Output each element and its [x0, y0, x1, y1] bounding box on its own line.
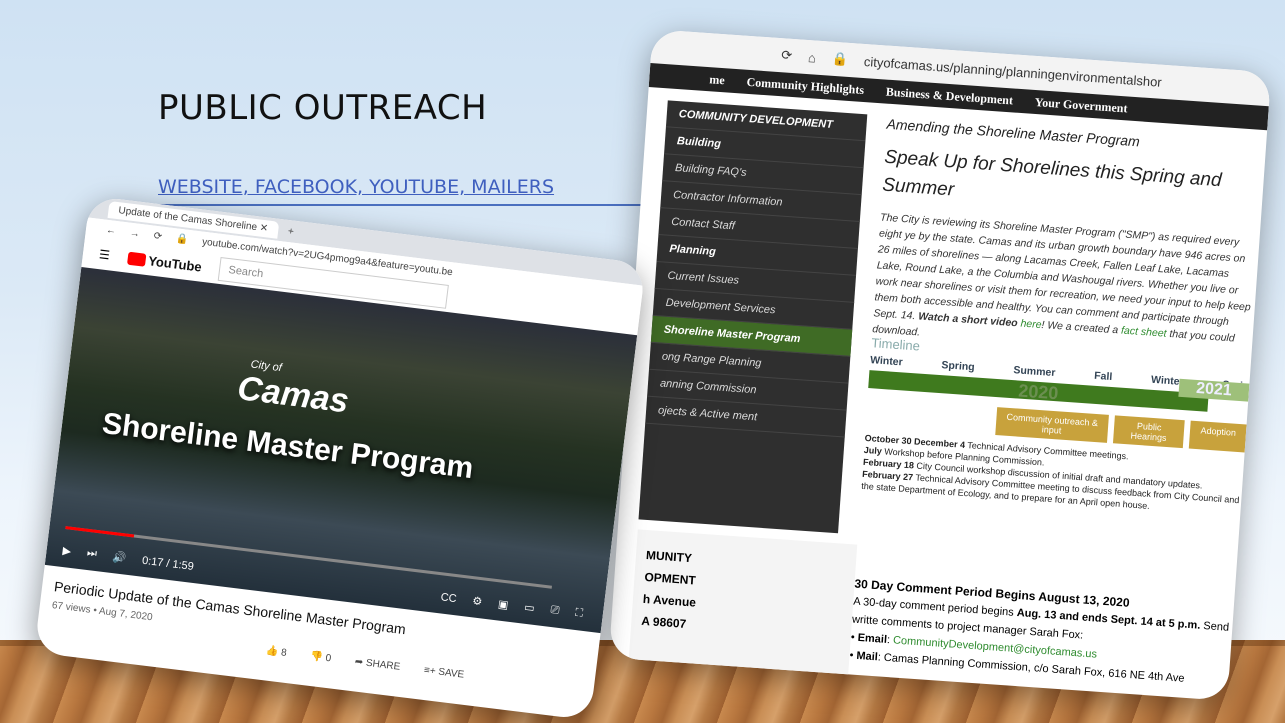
slide-subtitle-link[interactable]: WEBSITE, FACEBOOK, YOUTUBE, MAILERS	[158, 176, 554, 198]
save-button[interactable]: ≡+ SAVE	[423, 665, 464, 681]
season-label: Fall	[1093, 369, 1113, 384]
lock-icon: 🔒	[175, 232, 189, 246]
menu-icon[interactable]: ☰	[98, 247, 110, 262]
fact-sheet-link[interactable]: fact sheet	[1121, 325, 1167, 340]
dislike-button[interactable]: 👎 0	[310, 651, 332, 664]
nav-item-home[interactable]: me	[709, 72, 725, 88]
volume-icon[interactable]: 🔊	[112, 550, 127, 565]
timeline: Timeline Winter Spring Summer Fall Winte…	[861, 335, 1251, 518]
main-content: Amending the Shoreline Master Program Sp…	[872, 116, 1267, 364]
save-label: SAVE	[437, 666, 465, 681]
fullscreen-icon[interactable]: ⛶	[574, 607, 583, 621]
settings-icon[interactable]: ⚙	[472, 594, 483, 608]
lock-icon: 🔒	[831, 50, 849, 67]
comment-section: 30 Day Comment Period Begins August 13, …	[849, 575, 1234, 691]
youtube-play-icon	[126, 251, 147, 267]
phase-arrow: Public Hearings	[1112, 415, 1186, 449]
share-button[interactable]: ➦ SHARE	[354, 656, 401, 672]
theater-icon[interactable]: ▭	[523, 601, 535, 615]
like-count: 8	[280, 647, 288, 659]
watch-video-text: Watch a short video	[917, 310, 1019, 330]
video-time: 0:17 / 1:59	[141, 554, 195, 573]
video-overlay-title: Shoreline Master Program	[100, 406, 476, 486]
captions-icon[interactable]: CC	[440, 591, 457, 605]
phase-arrow: Adoption	[1189, 420, 1247, 453]
video-camas-logo: Camas	[235, 369, 351, 421]
season-label: Summer	[1013, 364, 1056, 380]
website-screenshot: ⟳ ⌂ 🔒 cityofcamas.us/planning/planningen…	[608, 29, 1272, 701]
email-label: Email	[857, 631, 888, 646]
forward-icon[interactable]: →	[129, 227, 140, 239]
home-icon[interactable]: ⌂	[808, 50, 817, 66]
slide-title: PUBLIC OUTREACH	[158, 88, 488, 128]
event-date: July	[863, 444, 883, 457]
back-icon[interactable]: ←	[105, 224, 116, 236]
miniplayer-icon[interactable]: ▣	[497, 597, 509, 611]
video-link[interactable]: here	[1020, 318, 1042, 331]
cast-icon[interactable]: ⎚	[550, 604, 560, 618]
slide: PUBLIC OUTREACH WEBSITE, FACEBOOK, YOUTU…	[0, 0, 1285, 723]
youtube-screenshot: Update of the Camas Shoreline ✕ + ← → ⟳ …	[34, 195, 646, 721]
video-progress-fill	[65, 526, 134, 538]
dislike-count: 0	[324, 652, 332, 665]
nav-item-government[interactable]: Your Government	[1034, 95, 1128, 116]
play-icon[interactable]: ▶	[62, 544, 72, 558]
like-button[interactable]: 👍 8	[265, 645, 287, 658]
reload-icon[interactable]: ⟳	[153, 230, 163, 242]
reload-icon[interactable]: ⟳	[781, 47, 793, 64]
nav-item-business[interactable]: Business & Development	[885, 84, 1014, 108]
phase-arrow: Community outreach & input	[995, 407, 1109, 443]
youtube-logo[interactable]: YouTube	[126, 250, 203, 275]
new-tab-icon[interactable]: +	[287, 226, 294, 238]
event-date: February 27	[861, 468, 914, 483]
season-label: Spring	[941, 359, 976, 374]
subtitle-underline	[158, 204, 716, 206]
site-sidebar: COMMUNITY DEVELOPMENT Building Building …	[638, 100, 868, 534]
season-label: Winter	[869, 354, 904, 369]
nav-item-community[interactable]: Community Highlights	[746, 74, 864, 97]
next-icon[interactable]: ⏭	[86, 547, 97, 561]
intro-text-tail: ! We a created a	[1041, 318, 1119, 337]
youtube-logo-text: YouTube	[147, 252, 203, 275]
share-label: SHARE	[365, 657, 401, 673]
mail-label: Mail	[856, 649, 879, 664]
